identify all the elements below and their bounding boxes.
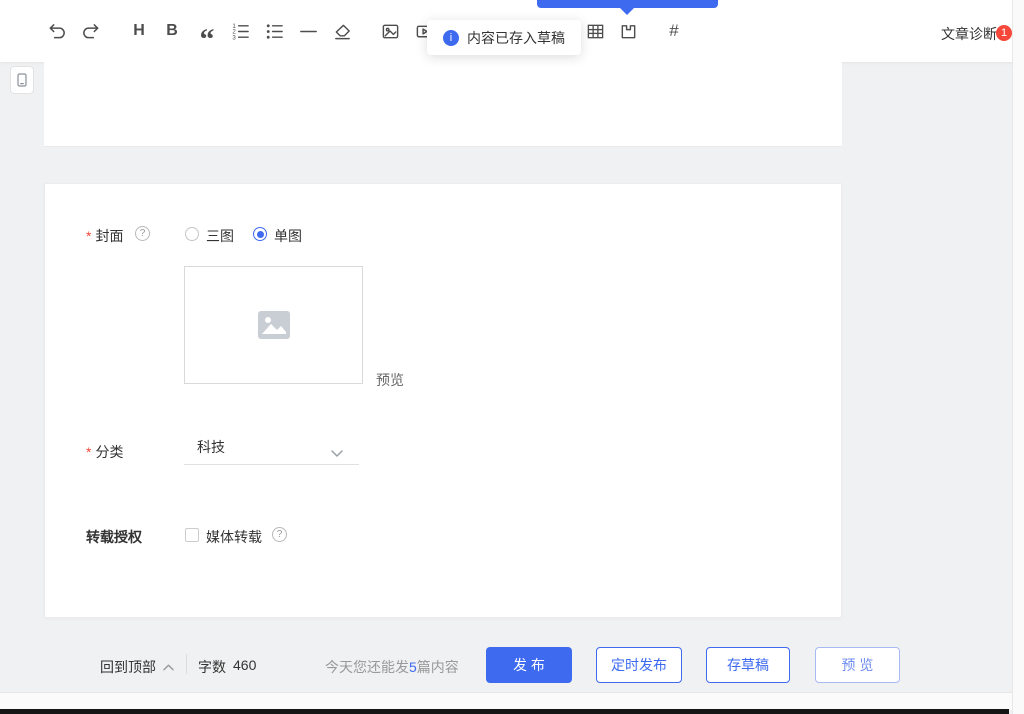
draft-saved-toast: i 内容已存入草稿 bbox=[427, 20, 581, 55]
hashtag-icon: # bbox=[669, 21, 679, 40]
horizontal-rule-icon bbox=[299, 30, 317, 32]
reprint-field-label: 转载授权 bbox=[86, 529, 142, 545]
toast-message: 内容已存入草稿 bbox=[467, 29, 565, 46]
ordered-list-icon: 123 bbox=[232, 22, 249, 41]
scheduled-publish-button[interactable]: 定时发布 bbox=[596, 647, 682, 683]
diagnosis-count-badge: 1 bbox=[996, 25, 1012, 41]
required-asterisk: * bbox=[86, 228, 92, 244]
radio-three-images-label[interactable]: 三图 bbox=[206, 226, 234, 246]
publish-button[interactable]: 发 布 bbox=[486, 647, 572, 683]
reprint-help-icon[interactable]: ? bbox=[272, 527, 287, 542]
editor-card-bottom bbox=[44, 62, 842, 147]
undo-icon bbox=[49, 23, 65, 38]
bold-icon: B bbox=[166, 22, 178, 39]
scrolled-publish-button[interactable] bbox=[537, 0, 718, 8]
undo-button[interactable] bbox=[46, 20, 68, 42]
daily-quota-text: 今天您还能发5篇内容 bbox=[325, 659, 459, 675]
bullet-list-icon bbox=[266, 23, 283, 39]
save-draft-icon-button[interactable] bbox=[617, 20, 639, 42]
blockquote-button[interactable]: “ bbox=[196, 20, 218, 55]
cover-upload-box[interactable] bbox=[184, 266, 363, 384]
table-icon bbox=[587, 24, 603, 38]
media-reprint-label[interactable]: 媒体转载 bbox=[206, 527, 262, 547]
bottom-dark-bar bbox=[0, 709, 1009, 714]
back-to-top-button[interactable]: 回到顶部 bbox=[100, 657, 174, 677]
bold-button[interactable]: B bbox=[161, 20, 183, 42]
redo-icon bbox=[82, 23, 98, 38]
phone-icon bbox=[17, 73, 27, 87]
media-reprint-checkbox[interactable] bbox=[185, 528, 199, 542]
heading-button[interactable]: H bbox=[128, 20, 150, 42]
info-icon: i bbox=[443, 29, 459, 46]
bullet-list-button[interactable] bbox=[263, 20, 285, 42]
category-field-label: * 分类 bbox=[86, 444, 124, 460]
save-icon bbox=[621, 24, 635, 38]
bottom-strip bbox=[0, 692, 1012, 710]
radio-three-images[interactable] bbox=[185, 227, 199, 241]
word-count-value: 460 bbox=[233, 657, 257, 673]
horizontal-rule-button[interactable] bbox=[297, 20, 319, 42]
radio-single-image-label[interactable]: 单图 bbox=[274, 226, 302, 246]
image-placeholder-icon bbox=[257, 311, 290, 339]
cover-field-label: * 封面 bbox=[86, 228, 124, 244]
quota-count: 5 bbox=[409, 659, 417, 675]
image-icon bbox=[382, 24, 398, 38]
save-draft-button[interactable]: 存草稿 bbox=[706, 647, 790, 683]
radio-single-image[interactable] bbox=[253, 227, 267, 241]
ordered-list-button[interactable]: 123 bbox=[229, 20, 251, 42]
clear-format-button[interactable] bbox=[331, 20, 353, 42]
insert-image-button[interactable] bbox=[379, 20, 401, 42]
tooltip-arrow bbox=[620, 8, 634, 15]
chevron-down-icon bbox=[331, 444, 343, 460]
category-select[interactable]: 科技 bbox=[184, 429, 359, 465]
required-asterisk: * bbox=[86, 444, 92, 460]
svg-text:3: 3 bbox=[232, 34, 236, 41]
eraser-icon bbox=[334, 24, 350, 39]
cover-preview-link[interactable]: 预览 bbox=[376, 370, 404, 390]
word-count: 字数 460 bbox=[198, 657, 256, 677]
article-diagnosis-link[interactable]: 文章诊断 bbox=[941, 24, 997, 44]
footer-divider bbox=[186, 654, 187, 674]
word-count-label: 字数 bbox=[198, 659, 226, 675]
cover-help-icon[interactable]: ? bbox=[135, 226, 150, 241]
publish-settings-card: * 封面 ? 三图 单图 预览 * 分类 科技 转载授权 媒体转载 ? bbox=[44, 183, 842, 618]
chevron-up-icon bbox=[163, 664, 174, 670]
preview-button[interactable]: 预 览 bbox=[815, 647, 900, 683]
heading-icon: H bbox=[133, 22, 145, 39]
category-selected-value: 科技 bbox=[197, 438, 225, 455]
insert-table-button[interactable] bbox=[584, 20, 606, 42]
topic-hashtag-button[interactable]: # bbox=[663, 20, 685, 42]
redo-button[interactable] bbox=[79, 20, 101, 42]
mobile-preview-button[interactable] bbox=[10, 66, 34, 94]
vertical-scrollbar[interactable] bbox=[1012, 0, 1024, 714]
